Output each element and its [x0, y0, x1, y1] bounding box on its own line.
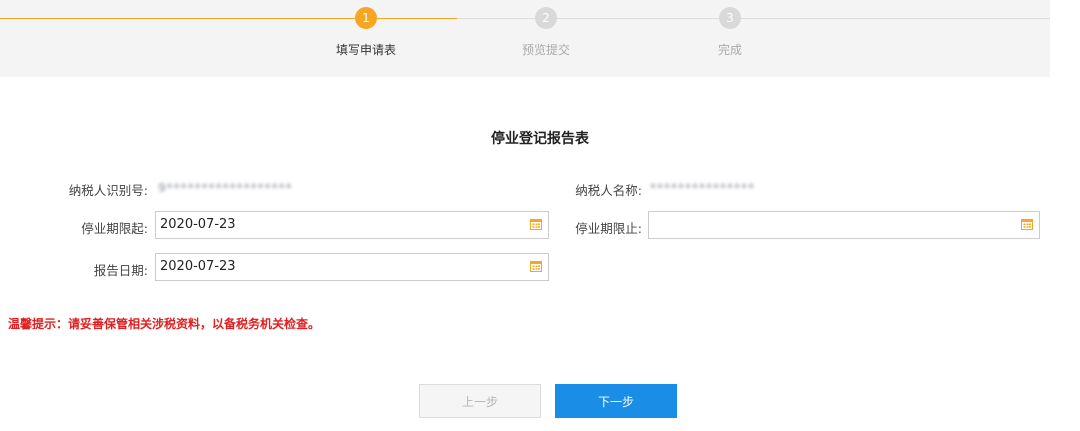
- calendar-icon[interactable]: [530, 260, 542, 272]
- warning-tip: 温馨提示：请妥善保管相关涉税资料，以备税务机关检查。: [8, 317, 321, 331]
- step-3-indicator: 3: [719, 7, 741, 29]
- step-line-pending: [557, 18, 719, 19]
- step-line-completed: [0, 18, 355, 19]
- prev-step-button[interactable]: 上一步: [419, 384, 541, 418]
- start-date-field[interactable]: 2020-07-23: [155, 211, 549, 239]
- step-line-pending: [457, 18, 535, 19]
- next-step-button[interactable]: 下一步: [555, 384, 677, 418]
- step-2-indicator: 2: [535, 7, 557, 29]
- start-date-label: 停业期限起:: [81, 221, 148, 236]
- step-1-label: 填写申请表: [335, 43, 396, 57]
- taxpayer-name-value: ***************: [650, 181, 755, 195]
- step-line-active-tail: [377, 18, 457, 19]
- taxpayer-name-label: 纳税人名称:: [575, 183, 642, 198]
- step-2-label: 预览提交: [521, 43, 570, 57]
- step-line-pending: [741, 18, 1050, 19]
- step-3-label: 完成: [717, 43, 742, 57]
- step-progress-bar: 1 2 3 填写申请表 预览提交 完成: [0, 0, 1050, 77]
- start-date-value: 2020-07-23: [160, 217, 236, 232]
- form-title: 停业登记报告表: [491, 131, 589, 147]
- taxpayer-id-label: 纳税人识别号:: [68, 183, 148, 198]
- end-date-label: 停业期限止:: [575, 221, 642, 236]
- calendar-icon[interactable]: [1021, 218, 1033, 230]
- report-date-label: 报告日期:: [93, 263, 148, 278]
- taxpayer-id-value: 9******************: [158, 181, 293, 195]
- report-date-value: 2020-07-23: [160, 259, 236, 274]
- report-date-field[interactable]: 2020-07-23: [155, 253, 549, 281]
- step-1-indicator: 1: [355, 7, 377, 29]
- end-date-field[interactable]: [648, 211, 1040, 239]
